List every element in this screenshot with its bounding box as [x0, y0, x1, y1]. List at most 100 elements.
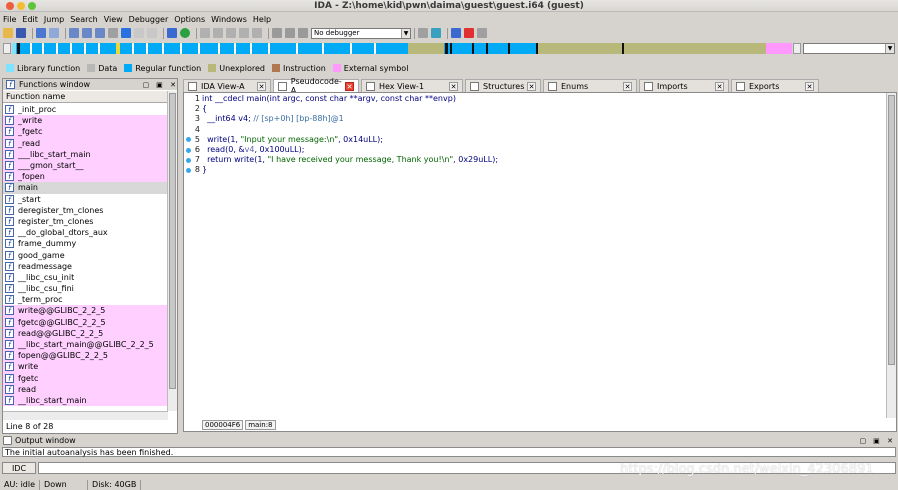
debugger-select[interactable]: No debugger ▼	[311, 27, 411, 39]
output-log[interactable]: The initial autoanalysis has been finish…	[2, 447, 896, 457]
close-tab-icon[interactable]: ✕	[623, 81, 632, 91]
search-next-icon[interactable]	[108, 28, 118, 38]
search-binary-icon[interactable]	[82, 28, 92, 38]
save-icon[interactable]	[16, 28, 26, 38]
functions-hscrollbar[interactable]	[3, 411, 168, 420]
function-row[interactable]: f fgetc@@GLIBC_2_2_5	[3, 316, 168, 328]
function-row[interactable]: f register_tm_clones	[3, 216, 168, 227]
copy-icon[interactable]	[147, 28, 157, 38]
function-row[interactable]: f ___libc_start_main	[3, 148, 168, 160]
menu-jump[interactable]: Jump	[44, 15, 64, 24]
function-row[interactable]: f read@@GLIBC_2_2_5	[3, 327, 168, 339]
function-row[interactable]: f _start	[3, 194, 168, 205]
plugin-icon[interactable]	[464, 28, 474, 38]
nav-left-arrow[interactable]	[3, 43, 11, 54]
pause-icon[interactable]	[285, 28, 295, 38]
function-row[interactable]: f _fopen	[3, 171, 168, 183]
menu-edit[interactable]: Edit	[22, 15, 38, 24]
function-row[interactable]: f fopen@@GLIBC_2_2_5	[3, 350, 168, 362]
tab-pseudocode-a[interactable]: Pseudocode-A ✕	[273, 77, 359, 95]
segment-select[interactable]: ▼	[803, 43, 895, 54]
breakpoint-dot-icon[interactable]	[186, 137, 191, 143]
function-row[interactable]: f _fgetc	[3, 126, 168, 138]
function-row[interactable]: f __do_global_dtors_aux	[3, 227, 168, 238]
close-tab-icon[interactable]: ✕	[449, 81, 458, 91]
breakpoint-dot-icon[interactable]	[186, 157, 191, 163]
function-row[interactable]: f main	[3, 182, 168, 194]
code-line[interactable]: return write(1, "I have received your me…	[202, 155, 498, 165]
pseudocode-scrollbar[interactable]	[886, 93, 896, 418]
menu-help[interactable]: Help	[253, 15, 271, 24]
tools-icon[interactable]	[477, 28, 487, 38]
close-tab-icon[interactable]: ✕	[805, 81, 814, 91]
function-row[interactable]: f _init_proc	[3, 104, 168, 115]
close-icon[interactable]: ✕	[886, 437, 894, 445]
graph-icon[interactable]	[167, 28, 177, 38]
back-icon[interactable]	[36, 28, 46, 38]
menu-search[interactable]: Search	[70, 15, 97, 24]
tab-imports[interactable]: Imports ✕	[639, 79, 729, 92]
arrow-down-icon[interactable]	[121, 28, 131, 38]
code-line[interactable]	[202, 125, 498, 135]
pseudocode-view[interactable]: 12345678 int __cdecl main(int argc, cons…	[183, 92, 897, 432]
menu-debugger[interactable]: Debugger	[129, 15, 169, 24]
function-row[interactable]: f ___gmon_start__	[3, 159, 168, 172]
close-tab-icon[interactable]: ✕	[257, 81, 266, 91]
function-row[interactable]: f frame_dummy	[3, 238, 168, 249]
forward-icon[interactable]	[49, 28, 59, 38]
function-row[interactable]: f good_game	[3, 249, 168, 260]
stop-icon[interactable]	[298, 28, 308, 38]
navigation-band[interactable]	[12, 43, 792, 54]
function-row[interactable]: f __libc_csu_fini	[3, 283, 168, 294]
tab-enums[interactable]: Enums ✕	[543, 79, 637, 92]
refresh-icon[interactable]	[431, 28, 441, 38]
function-row[interactable]: f __libc_csu_init	[3, 272, 168, 283]
restore-icon[interactable]: ▢	[859, 437, 867, 445]
code-line[interactable]: read(0, &v4, 0x100uLL);	[202, 145, 498, 155]
code-line[interactable]: int __cdecl main(int argc, const char **…	[202, 94, 498, 104]
run-icon[interactable]	[180, 28, 190, 38]
function-row[interactable]: f _read	[3, 137, 168, 149]
breakpoint-icon[interactable]	[200, 28, 210, 38]
idc-button[interactable]: IDC	[2, 462, 36, 474]
restore-icon[interactable]: ▢	[142, 81, 150, 89]
function-row[interactable]: f deregister_tm_clones	[3, 205, 168, 216]
function-name-column-header[interactable]: Function name	[3, 91, 168, 103]
search-imm-icon[interactable]	[95, 28, 105, 38]
step-over-icon[interactable]	[239, 28, 249, 38]
attach-icon[interactable]	[418, 28, 428, 38]
code-line[interactable]: __int64 v4; // [sp+0h] [bp-88h]@1	[202, 114, 498, 124]
function-row[interactable]: f read	[3, 383, 168, 395]
trace-icon[interactable]	[213, 28, 223, 38]
window-layout-icon[interactable]	[451, 28, 461, 38]
step-icon[interactable]	[226, 28, 236, 38]
function-row[interactable]: f fgetc	[3, 372, 168, 384]
close-tab-icon[interactable]: ✕	[527, 81, 536, 91]
tab-ida-view-a[interactable]: IDA View-A ✕	[183, 79, 271, 92]
function-row[interactable]: f __libc_start_main	[3, 394, 168, 407]
breakpoint-dot-icon[interactable]	[186, 167, 191, 173]
play-icon[interactable]	[272, 28, 282, 38]
tab-exports[interactable]: Exports ✕	[731, 79, 819, 92]
function-row[interactable]: f write@@GLIBC_2_2_5	[3, 305, 168, 317]
tab-structures[interactable]: Structures ✕	[465, 79, 541, 92]
code-line[interactable]: {	[202, 104, 498, 114]
breakpoint-dot-icon[interactable]	[186, 147, 191, 153]
close-icon[interactable]: ✕	[169, 81, 177, 89]
function-row[interactable]: f write	[3, 361, 168, 373]
menu-windows[interactable]: Windows	[211, 15, 247, 24]
function-row[interactable]: f __libc_start_main@@GLIBC_2_2_5	[3, 338, 168, 351]
function-row[interactable]: f _term_proc	[3, 294, 168, 305]
cut-icon[interactable]	[134, 28, 144, 38]
search-text-icon[interactable]	[69, 28, 79, 38]
close-tab-icon[interactable]: ✕	[345, 81, 354, 91]
code-line[interactable]: }	[202, 165, 498, 175]
pseudocode-text[interactable]: int __cdecl main(int argc, const char **…	[202, 94, 498, 176]
open-file-icon[interactable]	[3, 28, 13, 38]
function-row[interactable]: f _write	[3, 115, 168, 127]
stop-trace-icon[interactable]	[252, 28, 262, 38]
menu-options[interactable]: Options	[174, 15, 205, 24]
tab-hex-view-1[interactable]: Hex View-1 ✕	[361, 79, 463, 92]
float-icon[interactable]: ▣	[155, 81, 163, 89]
chevron-down-icon[interactable]: ▼	[401, 28, 410, 38]
